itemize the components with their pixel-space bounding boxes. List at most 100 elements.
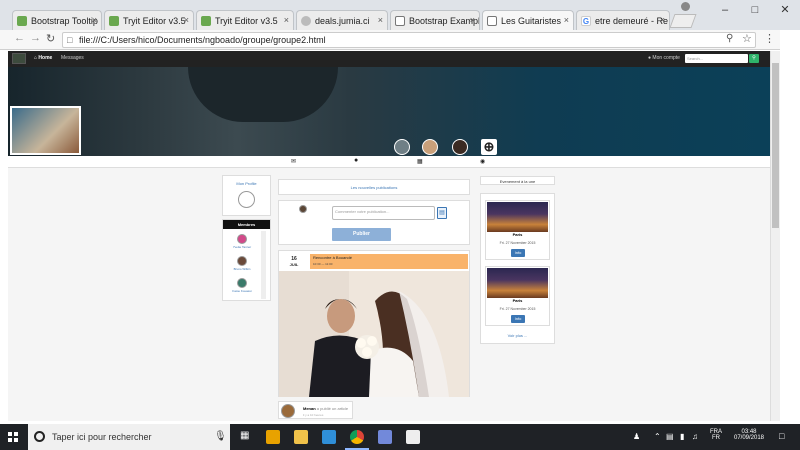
reload-icon[interactable]: ↻ xyxy=(46,32,55,45)
clock[interactable]: 03:48 07/09/2018 xyxy=(732,429,766,441)
tab-close-icon[interactable]: × xyxy=(92,15,97,25)
tab-title: Tryit Editor v3.5 xyxy=(123,15,186,26)
post-author-avatar[interactable] xyxy=(281,404,295,418)
discord-icon[interactable] xyxy=(378,430,392,444)
post-author-name[interactable]: Menan xyxy=(303,406,316,411)
member-name[interactable]: Fatou Kouassi xyxy=(223,289,261,293)
tab-close-icon[interactable]: × xyxy=(184,15,189,25)
members-header: Membres xyxy=(223,220,270,229)
publish-button[interactable]: Publier xyxy=(332,228,391,241)
browser-tab[interactable]: Les Guitaristes × xyxy=(482,10,574,30)
group-member-avatar[interactable] xyxy=(394,139,410,155)
browser-tab[interactable]: Tryit Editor v3.5 × xyxy=(196,10,294,30)
nav-account-label: Mon compte xyxy=(652,55,680,61)
tab-close-icon[interactable]: × xyxy=(564,15,569,25)
my-avatar[interactable] xyxy=(238,191,255,208)
tab-close-icon[interactable]: × xyxy=(284,15,289,25)
post-time: il y a 10 heures xyxy=(303,413,324,417)
nav-messages-link[interactable]: Messages xyxy=(61,55,84,61)
back-icon[interactable]: ← xyxy=(14,32,25,44)
event-photo[interactable] xyxy=(487,202,548,232)
profile-icon[interactable] xyxy=(681,2,690,11)
group-member-avatar[interactable] xyxy=(422,139,438,155)
add-member-icon[interactable]: ⊕ xyxy=(481,139,497,155)
member-name[interactable]: Bruno Wilkin xyxy=(223,267,261,271)
browser-tab[interactable]: deals.jumia.ci × xyxy=(296,10,388,30)
maximize-button[interactable]: □ xyxy=(740,0,770,20)
group-member-avatar[interactable] xyxy=(452,139,468,155)
new-tab-button[interactable] xyxy=(669,14,697,28)
web-page: ⌂ Home Messages ● Mon compte Search... ⚲… xyxy=(8,51,770,421)
language-indicator[interactable]: FRA FR xyxy=(710,429,722,441)
document-icon xyxy=(395,15,405,26)
windows-start-icon[interactable] xyxy=(8,432,18,442)
cover-photo: ⊕ xyxy=(8,67,770,156)
sublime-text-icon[interactable] xyxy=(266,430,280,444)
browser-tab[interactable]: Bootstrap Example × xyxy=(390,10,480,30)
see-more-link[interactable]: Voir plus ... xyxy=(481,333,554,338)
event-banner[interactable]: Rencontre à Bouandé 10:30 — 11:00 xyxy=(310,254,468,269)
url-input[interactable]: □ file:///C:/Users/hico/Documents/ngboad… xyxy=(62,32,756,48)
event-time: 10:30 — 11:00 xyxy=(313,262,333,266)
taskbar-search-box[interactable]: Taper ici pour rechercher 🎙 xyxy=(28,424,230,450)
attach-file-icon[interactable]: ▤ xyxy=(437,207,447,219)
browser-tab[interactable]: Bootstrap Tooltip × xyxy=(12,10,102,30)
nav-search-button[interactable]: ⚲ xyxy=(749,54,759,63)
volume-icon[interactable]: ♫ xyxy=(692,432,698,441)
tab-close-icon[interactable]: × xyxy=(378,15,383,25)
store-icon[interactable] xyxy=(322,430,336,444)
people-icon[interactable]: ♟ xyxy=(633,432,640,441)
wedding-photo[interactable] xyxy=(279,271,469,397)
event-photo[interactable] xyxy=(487,268,548,298)
microphone-icon[interactable]: 🎙 xyxy=(214,424,227,450)
comment-textarea[interactable]: Commenter votre publication... xyxy=(332,206,435,220)
envelope-icon[interactable]: ✉ xyxy=(291,158,296,165)
event-month: JUIL xyxy=(289,262,299,267)
camera-icon[interactable]: ◉ xyxy=(480,158,485,165)
event-info-button[interactable]: Info xyxy=(511,315,525,323)
member-avatar[interactable] xyxy=(237,278,247,288)
calendar-icon[interactable]: ▦ xyxy=(417,158,423,165)
nav-account-link[interactable]: ● Mon compte xyxy=(648,55,680,61)
page-scrollbar[interactable] xyxy=(770,51,780,421)
browser-tab[interactable]: Tryit Editor v3.5 × xyxy=(104,10,194,30)
w3schools-icon xyxy=(17,15,27,26)
profile-card: Mon Profile xyxy=(222,175,271,216)
battery-icon[interactable]: ▮ xyxy=(680,432,684,441)
site-logo[interactable] xyxy=(12,53,26,64)
tab-close-icon[interactable]: × xyxy=(470,15,475,25)
tab-title: etre demeuré - Re xyxy=(595,15,669,26)
members-scrollbar[interactable] xyxy=(261,231,266,299)
w3schools-icon xyxy=(109,15,119,26)
member-avatar[interactable] xyxy=(237,256,247,266)
chrome-icon[interactable] xyxy=(350,430,364,444)
group-profile-picture[interactable] xyxy=(10,106,81,155)
composer-avatar xyxy=(299,205,307,213)
zoom-icon[interactable]: ⚲ xyxy=(726,33,733,44)
file-explorer-icon[interactable] xyxy=(294,430,308,444)
profile-title[interactable]: Mon Profile xyxy=(223,181,270,186)
minimize-button[interactable]: – xyxy=(710,0,740,20)
nav-home-link[interactable]: ⌂ Home xyxy=(34,55,52,61)
member-avatar[interactable] xyxy=(237,234,247,244)
chevron-up-icon[interactable]: ⌃ xyxy=(654,432,661,441)
menu-icon[interactable]: ⋮ xyxy=(764,32,775,45)
forward-icon[interactable]: → xyxy=(30,32,41,44)
events-list-card: Paris Fri. 27 November 2015 Info Paris Fri. … xyxy=(480,193,555,344)
tab-close-icon[interactable]: × xyxy=(660,15,665,25)
search-icon: ⚲ xyxy=(752,55,756,61)
post-author-card: Menan a publié un article il y a 10 heur… xyxy=(278,401,353,419)
page-scrollbar-thumb[interactable] xyxy=(772,63,779,228)
document-icon xyxy=(487,15,497,26)
event-info-button[interactable]: Info xyxy=(511,249,525,257)
close-window-button[interactable]: ✕ xyxy=(770,0,800,20)
photos-icon[interactable] xyxy=(406,430,420,444)
nav-search-input[interactable]: Search... xyxy=(685,54,748,63)
bookmark-star-icon[interactable]: ☆ xyxy=(742,32,752,45)
task-view-icon[interactable]: ▦ xyxy=(240,430,249,441)
map-marker-icon[interactable]: ● xyxy=(354,157,358,164)
member-name[interactable]: Yvette Tanner xyxy=(223,245,261,249)
network-icon[interactable]: ▤ xyxy=(666,432,674,441)
browser-tab[interactable]: Getre demeuré - Re × xyxy=(576,10,670,30)
notifications-icon[interactable]: □ xyxy=(779,431,784,441)
